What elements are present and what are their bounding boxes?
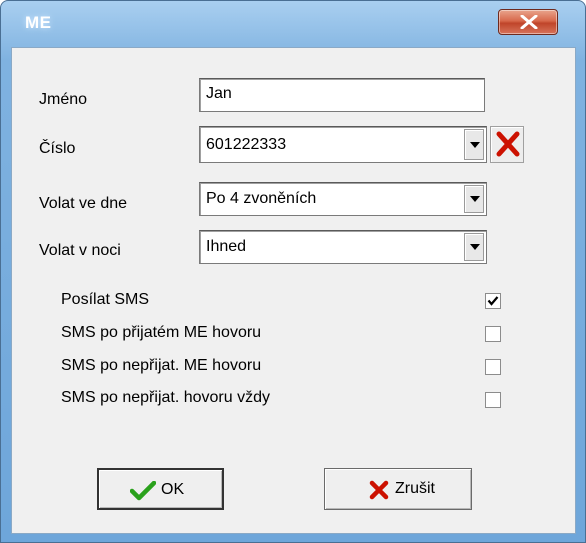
chevron-down-icon (470, 244, 480, 250)
dialog-window: ME Jméno Jan Číslo 601222333 Volat ve dn… (0, 0, 586, 543)
night-call-select[interactable]: Ihned (199, 230, 487, 264)
day-call-select[interactable]: Po 4 zvoněních (199, 182, 487, 216)
name-value: Jan (206, 85, 232, 102)
checkmark-icon (130, 481, 156, 501)
night-call-value: Ihned (206, 238, 247, 255)
ok-button-label: OK (161, 481, 185, 498)
option-checkbox-send-sms[interactable] (485, 293, 501, 309)
title-bar[interactable]: ME (1, 1, 585, 47)
delete-number-button[interactable] (490, 126, 524, 163)
red-x-icon (496, 131, 520, 157)
option-checkbox-sms-always[interactable] (485, 392, 501, 408)
name-label: Jméno (39, 91, 88, 108)
day-call-dropdown-button[interactable] (464, 185, 484, 213)
day-call-label: Volat ve dne (39, 195, 128, 212)
cancel-button[interactable]: Zrušit (324, 468, 472, 510)
chevron-down-icon (470, 141, 480, 148)
option-checkbox-sms-after-answered[interactable] (485, 326, 501, 342)
option-checkbox-sms-after-missed[interactable] (485, 359, 501, 375)
option-label-sms-after-answered: SMS po přijatém ME hovoru (61, 324, 262, 341)
dialog-body: Jméno Jan Číslo 601222333 Volat ve dne P… (11, 47, 576, 534)
name-field[interactable]: Jan (199, 78, 485, 112)
number-value: 601222333 (206, 136, 287, 153)
option-label-sms-always: SMS po nepřijat. hovoru vždy (61, 389, 270, 406)
number-dropdown-button[interactable] (464, 129, 484, 160)
option-label-sms-after-missed: SMS po nepřijat. ME hovoru (61, 357, 262, 374)
close-button[interactable] (498, 9, 558, 35)
option-label-send-sms: Posílat SMS (61, 291, 150, 308)
window-title: ME (25, 13, 52, 32)
night-call-dropdown-button[interactable] (464, 233, 484, 261)
ok-button[interactable]: OK (97, 468, 224, 510)
chevron-down-icon (470, 196, 480, 202)
number-combo[interactable]: 601222333 (199, 126, 487, 163)
number-label: Číslo (39, 140, 76, 157)
cancel-button-label: Zrušit (395, 480, 435, 497)
night-call-label: Volat v noci (39, 242, 121, 259)
day-call-value: Po 4 zvoněních (206, 190, 317, 207)
checkmark-icon (487, 296, 499, 306)
red-x-icon (369, 480, 389, 500)
close-icon (520, 15, 538, 29)
